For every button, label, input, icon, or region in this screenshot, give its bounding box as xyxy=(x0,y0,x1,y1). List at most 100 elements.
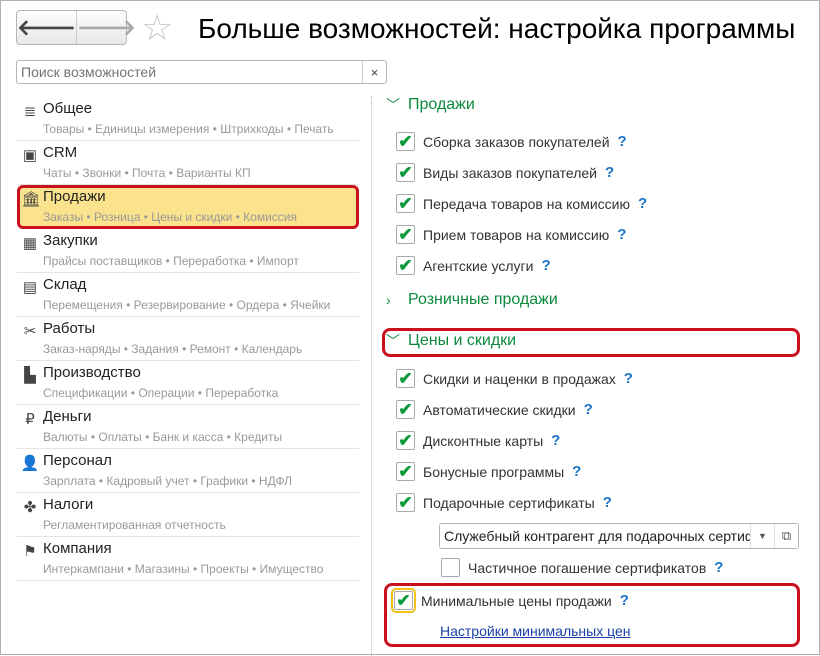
option-label: Передача товаров на комиссию xyxy=(423,195,630,212)
section-title[interactable]: Деньги xyxy=(43,408,91,425)
option-checkbox[interactable]: ✔ xyxy=(396,493,415,512)
option-row: ✔ Бонусные программы? xyxy=(396,462,581,481)
option-label: Бонусные программы xyxy=(423,463,565,480)
help-icon[interactable]: ? xyxy=(541,257,550,274)
option-checkbox[interactable]: ✔ xyxy=(396,225,415,244)
section-subtitle: Заказы • Розница • Цены и скидки • Комис… xyxy=(43,210,298,224)
partial-redemption-row: Частичное погашение сертификатов ? xyxy=(441,558,723,577)
help-icon[interactable]: ? xyxy=(605,164,614,181)
section-subtitle: Товары • Единицы измерения • Штрихкоды •… xyxy=(43,122,334,136)
option-checkbox[interactable]: ✔ xyxy=(396,194,415,213)
min-prices-settings-link[interactable]: Настройки минимальных цен xyxy=(440,623,630,639)
favorite-star-icon[interactable]: ☆ xyxy=(141,7,173,49)
section-title[interactable]: CRM xyxy=(43,144,77,161)
group-title: Розничные продажи xyxy=(408,291,558,308)
option-checkbox[interactable]: ✔ xyxy=(396,256,415,275)
section-icon: ₽ xyxy=(25,411,35,428)
option-label: Агентские услуги xyxy=(423,257,534,274)
option-checkbox[interactable]: ✔ xyxy=(396,400,415,419)
sidebar-item[interactable]: ▙ Производство Спецификации • Операции • П… xyxy=(17,361,359,405)
sidebar-item[interactable]: 🏛 Продажи Заказы • Розница • Цены и скидки… xyxy=(17,185,359,229)
search-box: × xyxy=(16,60,387,84)
group-title: Продажи xyxy=(408,96,475,113)
option-checkbox[interactable]: ✔ xyxy=(396,462,415,481)
section-icon: ▤ xyxy=(22,279,38,296)
section-title[interactable]: Продажи xyxy=(43,188,106,205)
help-icon[interactable]: ? xyxy=(603,494,612,511)
min-prices-row: ✔ Минимальные цены продажи ? xyxy=(391,588,629,613)
back-button[interactable]: 🡐 xyxy=(17,11,77,44)
help-icon[interactable]: ? xyxy=(624,370,633,387)
help-icon[interactable]: ? xyxy=(551,432,560,449)
sidebar-item[interactable]: ✤ Налоги Регламентированная отчетность xyxy=(17,493,359,537)
sidebar-item[interactable]: ▣ CRM Чаты • Звонки • Почта • Варианты КП xyxy=(17,141,359,185)
help-icon[interactable]: ? xyxy=(572,463,581,480)
option-row: ✔ Агентские услуги? xyxy=(396,256,551,275)
group-title: Цены и скидки xyxy=(408,332,517,349)
sidebar-item[interactable]: 👤 Персонал Зарплата • Кадровый учет • Граф… xyxy=(17,449,359,493)
option-row: ✔ Подарочные сертификаты? xyxy=(396,493,612,512)
section-subtitle: Валюты • Оплаты • Банк и касса • Кредиты xyxy=(43,430,283,444)
option-label: Подарочные сертификаты xyxy=(423,494,595,511)
help-icon[interactable]: ? xyxy=(620,592,629,609)
page-title: Больше возможностей: настройка программы xyxy=(198,13,796,44)
option-checkbox[interactable]: ✔ xyxy=(396,132,415,151)
gift-counterparty-combo[interactable]: Служебный контрагент для подарочных серт… xyxy=(439,523,799,549)
section-icon: 🏛 xyxy=(21,191,41,208)
group-prices[interactable]: ﹀ Цены и скидки xyxy=(386,331,516,351)
sidebar-item[interactable]: ▤ Склад Перемещения • Резервирование • Орд… xyxy=(17,273,359,317)
search-input[interactable] xyxy=(17,61,362,83)
section-title[interactable]: Производство xyxy=(43,364,141,381)
chevron-right-icon: › xyxy=(386,292,391,308)
sidebar-item[interactable]: ⚑ Компания Интеркампани • Магазины • Проек… xyxy=(17,537,359,581)
clear-search-button[interactable]: × xyxy=(362,61,386,83)
section-subtitle: Заказ-наряды • Задания • Ремонт • Календ… xyxy=(43,342,303,356)
option-row: ✔ Дисконтные карты? xyxy=(396,431,560,450)
section-subtitle: Зарплата • Кадровый учет • Графики • НДФ… xyxy=(43,474,293,488)
section-icon: ✤ xyxy=(23,499,37,516)
option-row: ✔ Прием товаров на комиссию? xyxy=(396,225,626,244)
section-title[interactable]: Склад xyxy=(43,276,86,293)
nav-buttons: 🡐 🡒 xyxy=(16,10,136,45)
chevron-down-icon: ﹀ xyxy=(386,97,400,113)
option-row: ✔ Виды заказов покупателей? xyxy=(396,163,614,182)
section-icon: ▦ xyxy=(22,235,38,252)
option-label: Автоматические скидки xyxy=(423,401,576,418)
group-sales[interactable]: ﹀ Продажи xyxy=(386,95,475,115)
sidebar-item[interactable]: ₽ Деньги Валюты • Оплаты • Банк и касса • … xyxy=(17,405,359,449)
help-icon[interactable]: ? xyxy=(618,133,627,150)
help-icon[interactable]: ? xyxy=(714,559,723,576)
option-row: ✔ Скидки и наценки в продажах? xyxy=(396,369,633,388)
divider xyxy=(371,96,372,656)
section-icon: ▙ xyxy=(24,367,36,384)
option-row: ✔ Передача товаров на комиссию? xyxy=(396,194,647,213)
option-checkbox[interactable]: ✔ xyxy=(396,369,415,388)
option-checkbox[interactable]: ✔ xyxy=(396,163,415,182)
option-label: Сборка заказов покупателей xyxy=(423,133,610,150)
sidebar-item[interactable]: ≣ Общее Товары • Единицы измерения • Штрих… xyxy=(17,97,359,141)
option-row: ✔ Автоматические скидки? xyxy=(396,400,593,419)
option-label: Дисконтные карты xyxy=(423,432,544,449)
dropdown-arrow-icon[interactable]: ▼ xyxy=(750,524,774,548)
section-title[interactable]: Работы xyxy=(43,320,95,337)
sidebar-item[interactable]: ▦ Закупки Прайсы поставщиков • Переработка… xyxy=(17,229,359,273)
section-icon: ▣ xyxy=(22,147,38,164)
section-title[interactable]: Компания xyxy=(43,540,112,557)
partial-redemption-checkbox[interactable] xyxy=(441,558,460,577)
help-icon[interactable]: ? xyxy=(617,226,626,243)
help-icon[interactable]: ? xyxy=(584,401,593,418)
group-retail[interactable]: › Розничные продажи xyxy=(386,291,558,309)
section-subtitle: Чаты • Звонки • Почта • Варианты КП xyxy=(43,166,251,180)
section-title[interactable]: Налоги xyxy=(43,496,93,513)
section-title[interactable]: Общее xyxy=(43,100,92,117)
help-icon[interactable]: ? xyxy=(638,195,647,212)
section-subtitle: Регламентированная отчетность xyxy=(43,518,226,532)
section-title[interactable]: Закупки xyxy=(43,232,98,249)
combo-value: Служебный контрагент для подарочных серт… xyxy=(444,528,750,544)
min-prices-checkbox[interactable]: ✔ xyxy=(391,588,416,613)
forward-button[interactable]: 🡒 xyxy=(77,11,136,44)
sidebar-item[interactable]: ✂ Работы Заказ-наряды • Задания • Ремонт •… xyxy=(17,317,359,361)
option-checkbox[interactable]: ✔ xyxy=(396,431,415,450)
section-title[interactable]: Персонал xyxy=(43,452,112,469)
open-icon[interactable]: ⧉ xyxy=(774,524,798,548)
